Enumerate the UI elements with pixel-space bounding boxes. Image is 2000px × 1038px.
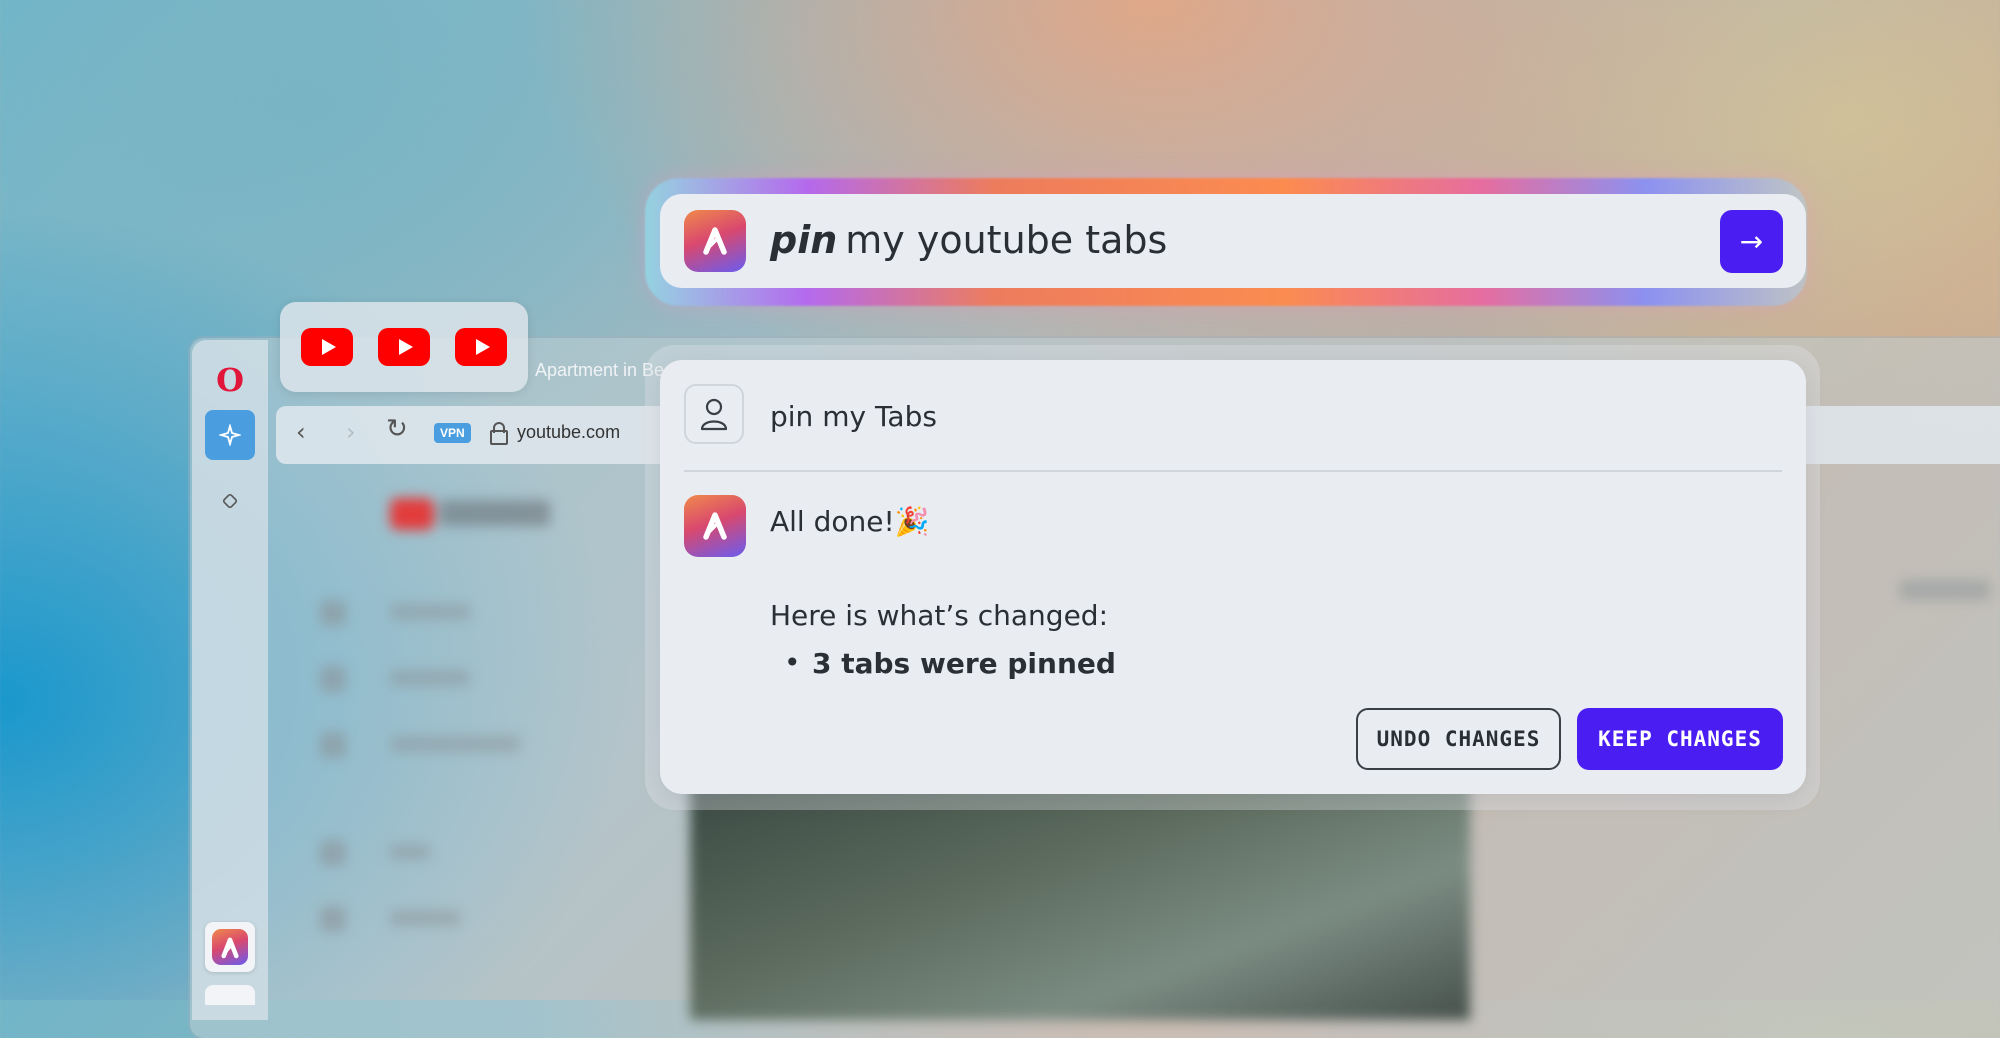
aria-sidebar-button[interactable] <box>205 410 255 460</box>
party-popper-icon: 🎉 <box>894 505 930 538</box>
video-thumbnail <box>690 780 1470 1020</box>
back-icon[interactable]: ‹ <box>296 418 306 446</box>
undo-changes-button[interactable]: UNDO CHANGES <box>1356 708 1561 770</box>
opera-logo-icon[interactable]: O <box>205 355 255 405</box>
aria-logo-icon <box>684 210 746 272</box>
aria-app-sidebar-icon[interactable] <box>205 922 255 972</box>
user-message: pin my Tabs <box>770 400 937 433</box>
youtube-logo-icon <box>390 498 434 530</box>
divider <box>684 470 1782 472</box>
prompt-text[interactable]: pin my youtube tabs <box>770 218 1167 262</box>
pinned-tabs-group <box>280 302 528 392</box>
reload-icon[interactable]: ↻ <box>386 414 408 444</box>
aria-logo-icon <box>684 495 746 557</box>
user-icon <box>684 384 744 444</box>
send-button[interactable]: → <box>1720 210 1783 273</box>
prompt-bold-word: pin <box>770 218 838 262</box>
changes-heading: Here is what’s changed: <box>770 599 1108 632</box>
sidebar-app-icon[interactable] <box>205 985 255 1005</box>
youtube-pinned-tab-icon[interactable] <box>300 328 353 366</box>
url-text[interactable]: youtube.com <box>517 422 620 443</box>
prompt-rest: my youtube tabs <box>845 218 1168 262</box>
change-item: 3 tabs were pinned <box>812 647 1116 680</box>
bullet: • <box>784 646 801 679</box>
youtube-pinned-tab-icon[interactable] <box>455 328 508 366</box>
youtube-pinned-tab-icon[interactable] <box>377 328 430 366</box>
forward-icon[interactable]: › <box>346 418 356 446</box>
sparkle-icon <box>219 424 241 446</box>
lock-icon[interactable] <box>490 422 508 445</box>
vpn-badge[interactable]: VPN <box>434 423 471 443</box>
diamond-icon[interactable] <box>205 476 255 526</box>
arrow-right-icon: → <box>1739 225 1764 258</box>
assistant-done-message: All done!🎉 <box>770 505 930 538</box>
keep-changes-button[interactable]: KEEP CHANGES <box>1577 708 1783 770</box>
